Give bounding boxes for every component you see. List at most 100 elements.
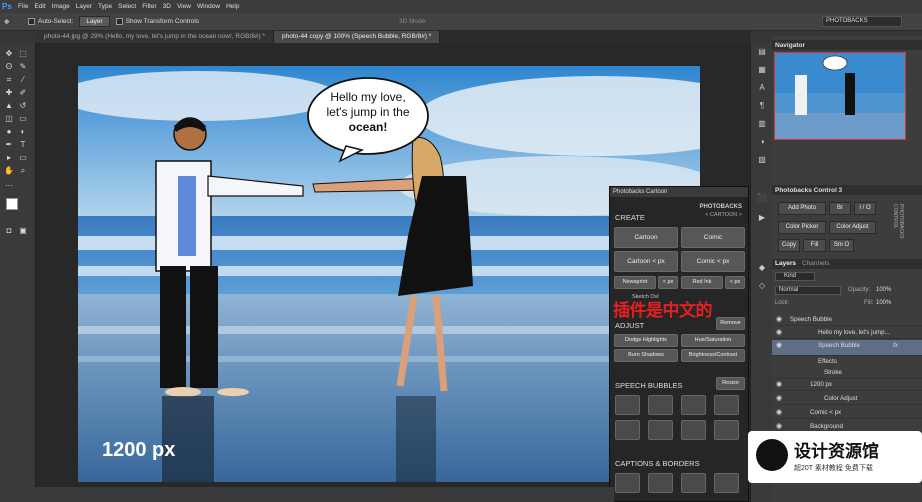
menu-image[interactable]: Image (52, 3, 76, 10)
bubble-banner-icon[interactable] (714, 420, 739, 440)
comic-px-button[interactable]: Comic < px (681, 251, 745, 272)
tab-channels[interactable]: Channels (802, 260, 829, 267)
layer-kind-filter[interactable]: Kind (775, 272, 815, 281)
auto-select-checkbox[interactable] (28, 18, 35, 25)
layer-row[interactable]: ◉ Hello my love, let's jump... (772, 327, 922, 339)
blur-tool-icon[interactable]: ● (4, 127, 14, 137)
fill-value[interactable]: 100% (876, 300, 891, 306)
resize-button[interactable]: Resize (716, 377, 745, 390)
fx-badge[interactable]: fx (893, 340, 898, 351)
zoom-tool-icon[interactable]: ⌕ (18, 166, 28, 176)
adjustments-icon[interactable]: ◑ (756, 137, 768, 147)
hand-tool-icon[interactable]: ✋ (4, 166, 14, 176)
copy-button[interactable]: Copy (778, 239, 800, 252)
br-button[interactable]: Br (829, 202, 851, 215)
dodge-tool-icon[interactable]: ◐ (18, 127, 28, 137)
marquee-tool-icon[interactable]: ⬚ (18, 49, 28, 59)
move-tool-icon[interactable]: ✥ (4, 18, 18, 26)
io-button[interactable]: I / O (854, 202, 876, 215)
brush-tool-icon[interactable]: ✐ (18, 88, 28, 98)
stamp-tool-icon[interactable]: ▲ (4, 101, 14, 111)
hue-saturation-button[interactable]: Hue/Saturation (681, 334, 745, 347)
paragraph-icon[interactable]: ¶ (756, 101, 768, 111)
eye-icon[interactable]: ◉ (776, 340, 782, 351)
menu-help[interactable]: Help (226, 3, 245, 10)
lasso-tool-icon[interactable]: ʘ (4, 62, 14, 72)
history-icon[interactable]: ▤ (756, 47, 768, 57)
history-brush-icon[interactable]: ↺ (18, 101, 28, 111)
eye-icon[interactable]: ◉ (776, 379, 782, 390)
cartoon-button[interactable]: Cartoon (614, 227, 678, 248)
stroke-row[interactable]: Stroke (772, 367, 922, 379)
workspace-select[interactable]: PHOTOBACKS (822, 16, 902, 27)
tab-layers[interactable]: Layers (775, 260, 796, 267)
bubble-rect-icon[interactable] (714, 395, 739, 415)
menu-window[interactable]: Window (197, 3, 226, 10)
healing-brush-icon[interactable]: ✚ (4, 88, 14, 98)
crop-tool-icon[interactable]: ⌗ (4, 75, 14, 85)
menu-edit[interactable]: Edit (34, 3, 51, 10)
menu-type[interactable]: Type (98, 3, 118, 10)
show-transform-checkbox[interactable] (115, 18, 123, 25)
tab-photo-44-copy[interactable]: photo-44 copy @ 100% (Speech Bubble, RGB… (274, 31, 441, 43)
tab-photo-44[interactable]: photo-44.jpg @ 29% (Hello, my love, let'… (36, 31, 275, 43)
layer-row[interactable]: ◉ Speech Bubble (772, 314, 922, 326)
menu-file[interactable]: File (18, 3, 34, 10)
menu-filter[interactable]: Filter (142, 3, 162, 10)
blend-mode-select[interactable]: Normal (775, 286, 841, 295)
swatches-icon[interactable]: ▥ (756, 119, 768, 129)
channels-icon[interactable]: ◇ (756, 281, 768, 291)
screen-mode-icon[interactable]: ▣ (18, 226, 28, 236)
quick-select-icon[interactable]: ✎ (18, 62, 28, 72)
bubble-speech-icon[interactable] (648, 395, 673, 415)
burn-shadows-button[interactable]: Burn Shadows (614, 349, 678, 362)
add-photo-button[interactable]: Add Photo (778, 202, 826, 215)
newsprint-px-button[interactable]: < px (658, 276, 678, 289)
shape-tool-icon[interactable]: ▭ (18, 153, 28, 163)
pen-tool-icon[interactable]: ✒ (4, 140, 14, 150)
brightness-contrast-button[interactable]: Brightness/Contrast (681, 349, 745, 362)
fill-button[interactable]: Fill (803, 239, 826, 252)
caption-split-icon[interactable] (648, 473, 673, 493)
bubble-round-icon[interactable] (681, 420, 706, 440)
bubble-cloud-icon[interactable] (615, 420, 640, 440)
eye-icon[interactable]: ◉ (776, 407, 782, 418)
dodge-highlights-button[interactable]: Dodge Highlights (614, 334, 678, 347)
layer-row[interactable]: ◉ 1200 px (772, 379, 922, 391)
path-select-icon[interactable]: ▸ (4, 153, 14, 163)
character-icon[interactable]: A (756, 83, 768, 93)
more-tools-icon[interactable]: … (4, 179, 14, 189)
bubble-oval-icon[interactable] (615, 395, 640, 415)
menu-3d[interactable]: 3D (163, 3, 177, 10)
control-panel-icon[interactable]: ▶ (756, 213, 768, 223)
eye-icon[interactable]: ◉ (776, 327, 782, 338)
color-adjust-button[interactable]: Color Adjust (829, 221, 876, 234)
navigator-thumbnail[interactable] (774, 52, 906, 140)
menu-layer[interactable]: Layer (76, 3, 98, 10)
opacity-value[interactable]: 100% (876, 287, 891, 293)
gradient-tool-icon[interactable]: ▭ (18, 114, 28, 124)
quick-mask-icon[interactable]: ◘ (4, 226, 14, 236)
caption-burst-icon[interactable] (681, 473, 706, 493)
eye-icon[interactable]: ◉ (776, 393, 782, 404)
foreground-color-swatch[interactable] (6, 198, 18, 210)
color-picker-button[interactable]: Color Picker (778, 221, 826, 234)
red-ink-button[interactable]: Red Ink (681, 276, 723, 289)
layers-icon[interactable]: ◆ (756, 263, 768, 273)
layer-row[interactable]: ◉ Comic < px (772, 407, 922, 419)
comic-button[interactable]: Comic (681, 227, 745, 248)
auto-select-target[interactable]: Layer (79, 16, 110, 27)
cartoon-panel-icon[interactable]: ⬛ (756, 193, 768, 203)
move-tool-icon[interactable]: ✥ (4, 49, 14, 59)
bubble-think-icon[interactable] (648, 420, 673, 440)
properties-icon[interactable]: ▦ (756, 65, 768, 75)
styles-icon[interactable]: ▧ (756, 155, 768, 165)
cartoon-px-button[interactable]: Cartoon < px (614, 251, 678, 272)
red-ink-px-button[interactable]: < px (725, 276, 745, 289)
eraser-tool-icon[interactable]: ◫ (4, 114, 14, 124)
type-tool-icon[interactable]: T (18, 140, 28, 150)
caption-box-icon[interactable] (615, 473, 640, 493)
menu-view[interactable]: View (177, 3, 197, 10)
layer-row-selected[interactable]: ◉ Speech Bubble fx (772, 340, 922, 356)
bubble-burst-icon[interactable] (681, 395, 706, 415)
